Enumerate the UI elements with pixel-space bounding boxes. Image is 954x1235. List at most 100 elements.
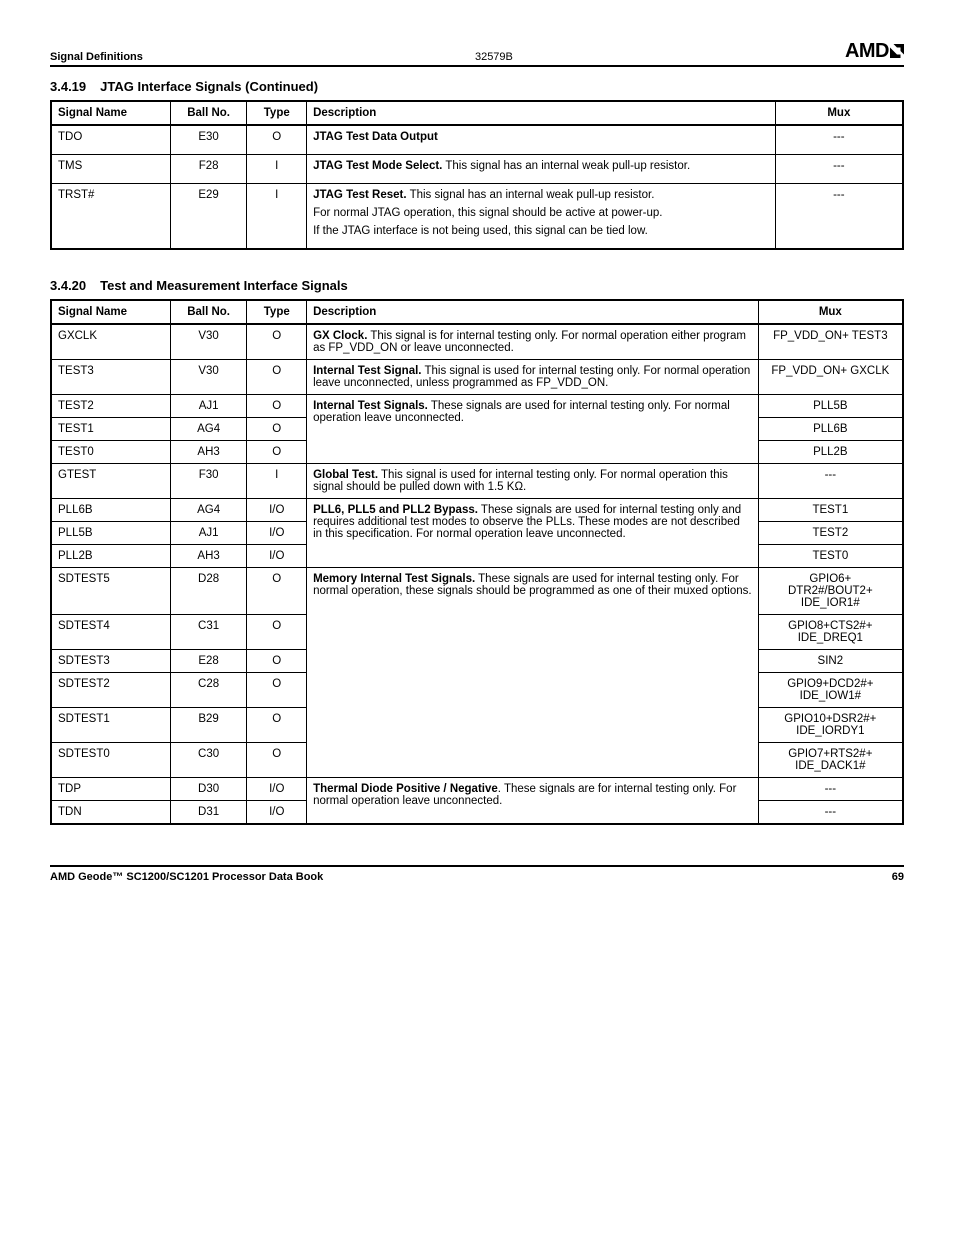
cell-signal-name: SDTEST3	[51, 650, 170, 673]
cell-mux: TEST0	[758, 545, 903, 568]
page-header: Signal Definitions 32579B AMD	[50, 40, 904, 67]
cell-mux: FP_VDD_ON+ TEST3	[758, 324, 903, 360]
cell-signal-name: GXCLK	[51, 324, 170, 360]
amd-logo: AMD	[845, 40, 904, 63]
cell-ball-no: AH3	[170, 545, 247, 568]
page-footer: AMD Geode™ SC1200/SC1201 Processor Data …	[50, 865, 904, 883]
table-row: PLL6BAG4I/OPLL6, PLL5 and PLL2 Bypass. T…	[51, 499, 903, 522]
cell-description: Global Test. This signal is used for int…	[307, 464, 759, 499]
cell-ball-no: C28	[170, 673, 247, 708]
cell-signal-name: TMS	[51, 155, 170, 184]
cell-mux: ---	[775, 184, 903, 250]
cell-ball-no: AG4	[170, 418, 247, 441]
cell-type: O	[247, 324, 307, 360]
cell-type: O	[247, 673, 307, 708]
cell-ball-no: C30	[170, 743, 247, 778]
cell-type: O	[247, 708, 307, 743]
table-row: GXCLKV30OGX Clock. This signal is for in…	[51, 324, 903, 360]
cell-type: I	[247, 464, 307, 499]
cell-mux: PLL6B	[758, 418, 903, 441]
cell-mux: ---	[758, 778, 903, 801]
cell-ball-no: C31	[170, 615, 247, 650]
cell-ball-no: AH3	[170, 441, 247, 464]
table-header-row: Signal Name Ball No. Type Description Mu…	[51, 300, 903, 324]
cell-ball-no: V30	[170, 360, 247, 395]
cell-signal-name: TDO	[51, 125, 170, 155]
jtag-signals-table: Signal Name Ball No. Type Description Mu…	[50, 100, 904, 250]
cell-ball-no: D30	[170, 778, 247, 801]
col-description: Description	[307, 101, 776, 125]
cell-type: I/O	[247, 778, 307, 801]
table-row: TEST2AJ1OInternal Test Signals. These si…	[51, 395, 903, 418]
cell-mux: GPIO10+DSR2#+IDE_IORDY1	[758, 708, 903, 743]
cell-description: GX Clock. This signal is for internal te…	[307, 324, 759, 360]
cell-description: JTAG Test Data Output	[307, 125, 776, 155]
cell-type: O	[247, 418, 307, 441]
table-row: GTESTF30IGlobal Test. This signal is use…	[51, 464, 903, 499]
cell-ball-no: B29	[170, 708, 247, 743]
cell-ball-no: E30	[170, 125, 247, 155]
cell-signal-name: TEST1	[51, 418, 170, 441]
section-heading-test: 3.4.20 Test and Measurement Interface Sig…	[50, 278, 904, 293]
cell-ball-no: D31	[170, 801, 247, 825]
header-section-title: Signal Definitions	[50, 51, 143, 63]
col-type: Type	[247, 101, 307, 125]
cell-ball-no: AG4	[170, 499, 247, 522]
cell-signal-name: PLL6B	[51, 499, 170, 522]
cell-mux: GPIO7+RTS2#+IDE_DACK1#	[758, 743, 903, 778]
table-row: TDOE30OJTAG Test Data Output---	[51, 125, 903, 155]
cell-description: Internal Test Signals. These signals are…	[307, 395, 759, 464]
cell-signal-name: TEST3	[51, 360, 170, 395]
cell-mux: SIN2	[758, 650, 903, 673]
cell-mux: PLL5B	[758, 395, 903, 418]
cell-type: O	[247, 615, 307, 650]
cell-mux: FP_VDD_ON+ GXCLK	[758, 360, 903, 395]
cell-ball-no: D28	[170, 568, 247, 615]
table-row: TMSF28IJTAG Test Mode Select. This signa…	[51, 155, 903, 184]
cell-ball-no: F28	[170, 155, 247, 184]
col-description: Description	[307, 300, 759, 324]
cell-description: Internal Test Signal. This signal is use…	[307, 360, 759, 395]
cell-type: O	[247, 360, 307, 395]
section-number: 3.4.20	[50, 278, 86, 293]
col-type: Type	[247, 300, 307, 324]
cell-mux: ---	[775, 155, 903, 184]
cell-description: Thermal Diode Positive / Negative. These…	[307, 778, 759, 825]
cell-ball-no: V30	[170, 324, 247, 360]
section-number: 3.4.19	[50, 79, 86, 94]
cell-ball-no: E29	[170, 184, 247, 250]
cell-signal-name: TDP	[51, 778, 170, 801]
cell-type: O	[247, 568, 307, 615]
section-title: JTAG Interface Signals (Continued)	[100, 79, 318, 94]
cell-type: I	[247, 155, 307, 184]
cell-mux: GPIO8+CTS2#+IDE_DREQ1	[758, 615, 903, 650]
cell-signal-name: SDTEST5	[51, 568, 170, 615]
header-doc-code: 32579B	[475, 51, 513, 63]
test-signals-table: Signal Name Ball No. Type Description Mu…	[50, 299, 904, 825]
cell-mux: GPIO9+DCD2#+IDE_IOW1#	[758, 673, 903, 708]
cell-type: I	[247, 184, 307, 250]
cell-description: Memory Internal Test Signals. These sign…	[307, 568, 759, 778]
cell-mux: GPIO6+DTR2#/BOUT2+IDE_IOR1#	[758, 568, 903, 615]
cell-signal-name: PLL5B	[51, 522, 170, 545]
cell-ball-no: AJ1	[170, 395, 247, 418]
table-row: TEST3V30OInternal Test Signal. This sign…	[51, 360, 903, 395]
cell-type: O	[247, 125, 307, 155]
cell-signal-name: TRST#	[51, 184, 170, 250]
footer-page-number: 69	[892, 871, 904, 883]
cell-signal-name: SDTEST0	[51, 743, 170, 778]
cell-type: I/O	[247, 801, 307, 825]
cell-signal-name: TDN	[51, 801, 170, 825]
col-mux: Mux	[775, 101, 903, 125]
cell-signal-name: GTEST	[51, 464, 170, 499]
cell-mux: ---	[775, 125, 903, 155]
amd-logo-text: AMD	[845, 40, 889, 62]
section-title: Test and Measurement Interface Signals	[100, 278, 348, 293]
cell-signal-name: SDTEST1	[51, 708, 170, 743]
section-heading-jtag: 3.4.19 JTAG Interface Signals (Continued)	[50, 79, 904, 94]
table-row: SDTEST5D28OMemory Internal Test Signals.…	[51, 568, 903, 615]
cell-mux: ---	[758, 464, 903, 499]
cell-type: O	[247, 395, 307, 418]
cell-signal-name: TEST0	[51, 441, 170, 464]
cell-mux: TEST2	[758, 522, 903, 545]
